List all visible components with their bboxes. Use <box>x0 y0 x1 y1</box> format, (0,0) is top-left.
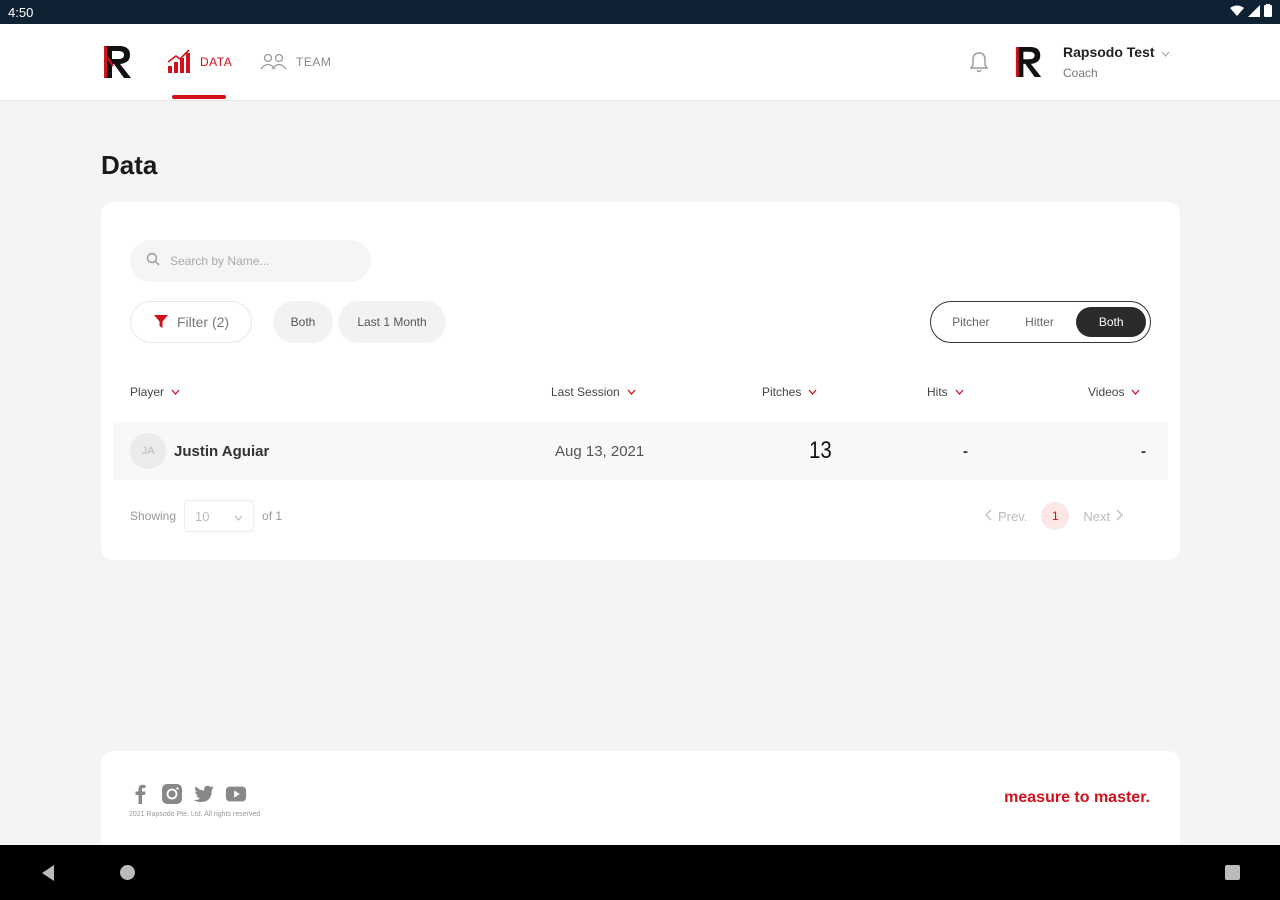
android-nav-bar <box>0 845 1280 900</box>
column-header-label: Videos <box>1088 385 1125 399</box>
next-label: Next <box>1083 508 1111 524</box>
prev-label: Prev. <box>998 508 1028 524</box>
next-page-button[interactable]: Next <box>1083 508 1124 524</box>
column-header-pitches[interactable]: Pitches <box>762 385 817 399</box>
column-header-hits[interactable]: Hits <box>927 385 964 399</box>
twitter-icon[interactable] <box>193 783 215 805</box>
sort-chevron-icon <box>955 387 964 397</box>
facebook-icon[interactable] <box>129 783 151 805</box>
tab-data-label: DATA <box>200 55 233 69</box>
table-row[interactable]: JA Justin Aguiar Aug 13, 2021 13 - - <box>113 422 1168 480</box>
battery-icon <box>1264 4 1272 20</box>
filter-chip-both[interactable]: Both <box>273 301 333 343</box>
player-avatar: JA <box>130 433 166 469</box>
column-header-label: Last Session <box>551 385 620 399</box>
column-header-label: Pitches <box>762 385 802 399</box>
footer: 2021 Rapsodo Pte. Ltd. All rights reserv… <box>101 751 1180 845</box>
back-icon[interactable] <box>40 864 56 882</box>
status-icons <box>1230 4 1272 20</box>
status-time: 4:50 <box>8 4 34 20</box>
chevron-down-icon <box>1161 44 1170 60</box>
social-links <box>129 783 247 805</box>
hits-count: - <box>963 442 968 460</box>
chart-bars-icon <box>166 48 192 77</box>
toggle-hitter[interactable]: Hitter <box>1007 307 1073 337</box>
page-count-label: of 1 <box>262 509 283 523</box>
toggle-both[interactable]: Both <box>1076 307 1146 337</box>
home-icon[interactable] <box>120 865 135 880</box>
column-header-videos[interactable]: Videos <box>1088 385 1140 399</box>
videos-count: - <box>1141 442 1146 460</box>
user-name: Rapsodo Test <box>1063 44 1155 60</box>
notification-bell-icon[interactable] <box>968 50 990 74</box>
data-card: Filter (2) Both Last 1 Month Pitcher Hit… <box>101 202 1180 560</box>
last-session-date: Aug 13, 2021 <box>555 442 645 460</box>
chevron-left-icon <box>985 509 992 524</box>
page-size-control: Showing 10 of 1 <box>130 500 282 532</box>
search-input[interactable] <box>170 254 350 268</box>
player-type-toggle: Pitcher Hitter Both <box>930 301 1151 343</box>
tab-data[interactable]: DATA <box>166 46 232 78</box>
tab-team-label: TEAM <box>296 55 332 69</box>
showing-label: Showing <box>130 509 177 523</box>
team-users-icon <box>260 52 288 73</box>
filter-chip-period[interactable]: Last 1 Month <box>338 301 446 343</box>
toggle-pitcher[interactable]: Pitcher <box>935 307 1007 337</box>
copyright-text: 2021 Rapsodo Pte. Ltd. All rights reserv… <box>129 811 261 818</box>
android-status-bar: 4:50 <box>0 0 1280 24</box>
app-header: DATA TEAM Rapsodo Test Coach <box>0 24 1280 101</box>
column-header-last-session[interactable]: Last Session <box>551 385 636 399</box>
player-name: Justin Aguiar <box>174 442 270 460</box>
user-menu[interactable]: Rapsodo Test <box>1063 44 1170 60</box>
brand-tagline: measure to master. <box>1004 789 1150 806</box>
signal-icon <box>1248 4 1260 20</box>
pitches-count: 13 <box>809 437 832 464</box>
prev-page-button[interactable]: Prev. <box>985 509 1027 524</box>
page-number-current[interactable]: 1 <box>1041 502 1070 530</box>
funnel-icon <box>153 313 169 332</box>
sort-chevron-icon <box>1131 387 1140 397</box>
chevron-down-icon <box>234 509 243 524</box>
column-header-player[interactable]: Player <box>130 385 180 399</box>
filter-button[interactable]: Filter (2) <box>130 301 252 343</box>
column-header-label: Player <box>130 385 165 399</box>
instagram-icon[interactable] <box>161 783 183 805</box>
user-avatar-logo[interactable] <box>1014 44 1044 80</box>
rapsodo-logo[interactable] <box>102 44 134 80</box>
user-role: Coach <box>1063 66 1098 80</box>
page-size-value: 10 <box>195 508 210 524</box>
filter-label: Filter (2) <box>176 314 230 330</box>
sort-chevron-icon <box>627 387 636 397</box>
page-title: Data <box>101 150 158 180</box>
sort-chevron-icon <box>808 387 817 397</box>
tab-team[interactable]: TEAM <box>260 46 331 78</box>
chevron-right-icon <box>1116 509 1124 524</box>
wifi-icon <box>1230 5 1244 20</box>
search-bar[interactable] <box>130 240 371 282</box>
recent-apps-icon[interactable] <box>1225 865 1240 880</box>
youtube-icon[interactable] <box>225 783 247 805</box>
active-tab-indicator <box>172 95 226 99</box>
page-size-select[interactable]: 10 <box>184 500 255 532</box>
column-header-label: Hits <box>927 385 948 399</box>
search-icon <box>146 252 160 271</box>
sort-chevron-icon <box>171 387 180 397</box>
pagination: Prev. 1 Next <box>985 500 1124 532</box>
